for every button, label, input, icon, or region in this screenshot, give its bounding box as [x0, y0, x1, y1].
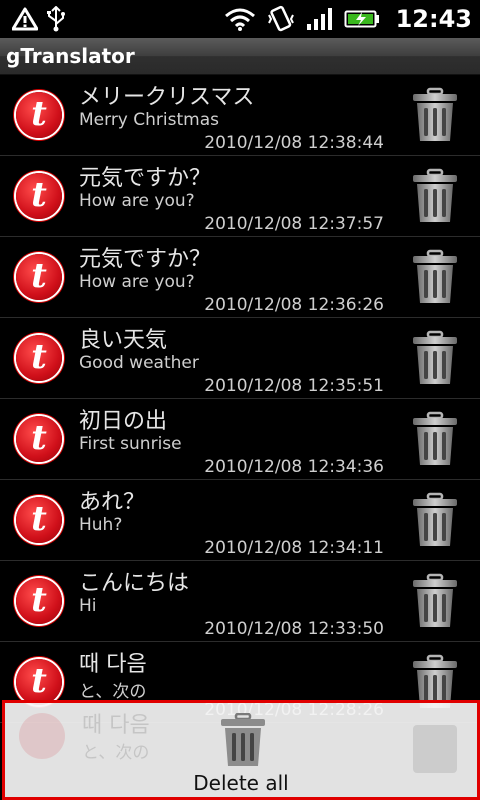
history-item[interactable]: t あれ？ Huh? 2010/12/08 12:34:11: [0, 480, 480, 561]
translation-text: How are you?: [79, 272, 195, 292]
app-logo-icon: t: [16, 659, 62, 705]
source-text: 元気ですか？: [79, 166, 212, 191]
signal-icon: [306, 8, 332, 30]
source-text: 初日の出: [79, 409, 168, 434]
source-text: メリークリスマス: [79, 85, 255, 110]
timestamp: 2010/12/08 12:34:11: [204, 538, 384, 558]
app-logo-icon: t: [16, 335, 62, 381]
translation-text: Merry Christmas: [79, 110, 219, 130]
warning-icon: [12, 7, 38, 31]
translation-text: Good weather: [79, 353, 199, 373]
status-bar: 12:43: [0, 0, 480, 38]
app-logo-icon: t: [16, 497, 62, 543]
translation-text: How are you?: [79, 191, 195, 211]
trash-icon[interactable]: [410, 87, 460, 143]
trash-icon[interactable]: [410, 492, 460, 548]
trash-icon[interactable]: [410, 249, 460, 305]
trash-icon[interactable]: [410, 168, 460, 224]
history-item[interactable]: t メリークリスマス Merry Christmas 2010/12/08 12…: [0, 75, 480, 156]
timestamp: 2010/12/08 12:37:57: [204, 214, 384, 234]
app-logo-icon: t: [16, 92, 62, 138]
app-logo-icon: t: [16, 578, 62, 624]
app-logo-icon: t: [16, 254, 62, 300]
history-list[interactable]: t メリークリスマス Merry Christmas 2010/12/08 12…: [0, 75, 480, 723]
delete-all-bar[interactable]: 때 다음 と、次の Delete all: [2, 700, 480, 800]
status-time: 12:43: [395, 5, 472, 33]
translation-text: と、次の: [79, 682, 147, 702]
translation-text: First sunrise: [79, 434, 182, 454]
source-text: あれ？: [79, 490, 146, 515]
translation-text: Huh?: [79, 515, 123, 535]
delete-all-button[interactable]: Delete all: [5, 771, 477, 795]
timestamp: 2010/12/08 12:33:50: [204, 619, 384, 639]
history-item[interactable]: t 良い天気 Good weather 2010/12/08 12:35:51: [0, 318, 480, 399]
translation-text: Hi: [79, 596, 97, 616]
timestamp: 2010/12/08 12:34:36: [204, 457, 384, 477]
wifi-icon: [224, 8, 255, 31]
source-text: 때 다음: [79, 652, 147, 677]
trash-icon[interactable]: [410, 411, 460, 467]
timestamp: 2010/12/08 12:35:51: [204, 376, 384, 396]
trash-icon[interactable]: [410, 573, 460, 629]
usb-icon: [47, 6, 65, 32]
delete-all-trash-icon[interactable]: [219, 713, 267, 767]
source-text: こんにちは: [79, 571, 190, 596]
vibrate-icon: [267, 5, 294, 32]
history-item[interactable]: t 元気ですか？ How are you? 2010/12/08 12:36:2…: [0, 237, 480, 318]
app-logo-icon: t: [16, 416, 62, 462]
source-text: 良い天気: [79, 328, 168, 353]
app-title-bar: gTranslator: [0, 38, 480, 75]
timestamp: 2010/12/08 12:38:44: [204, 133, 384, 153]
app-title: gTranslator: [6, 44, 135, 68]
timestamp: 2010/12/08 12:36:26: [204, 295, 384, 315]
battery-charging-icon: [344, 10, 379, 28]
history-item[interactable]: t 初日の出 First sunrise 2010/12/08 12:34:36: [0, 399, 480, 480]
app-logo-icon: t: [16, 173, 62, 219]
history-item[interactable]: t 元気ですか？ How are you? 2010/12/08 12:37:5…: [0, 156, 480, 237]
source-text: 元気ですか？: [79, 247, 212, 272]
trash-icon[interactable]: [410, 330, 460, 386]
history-item[interactable]: t こんにちは Hi 2010/12/08 12:33:50: [0, 561, 480, 642]
